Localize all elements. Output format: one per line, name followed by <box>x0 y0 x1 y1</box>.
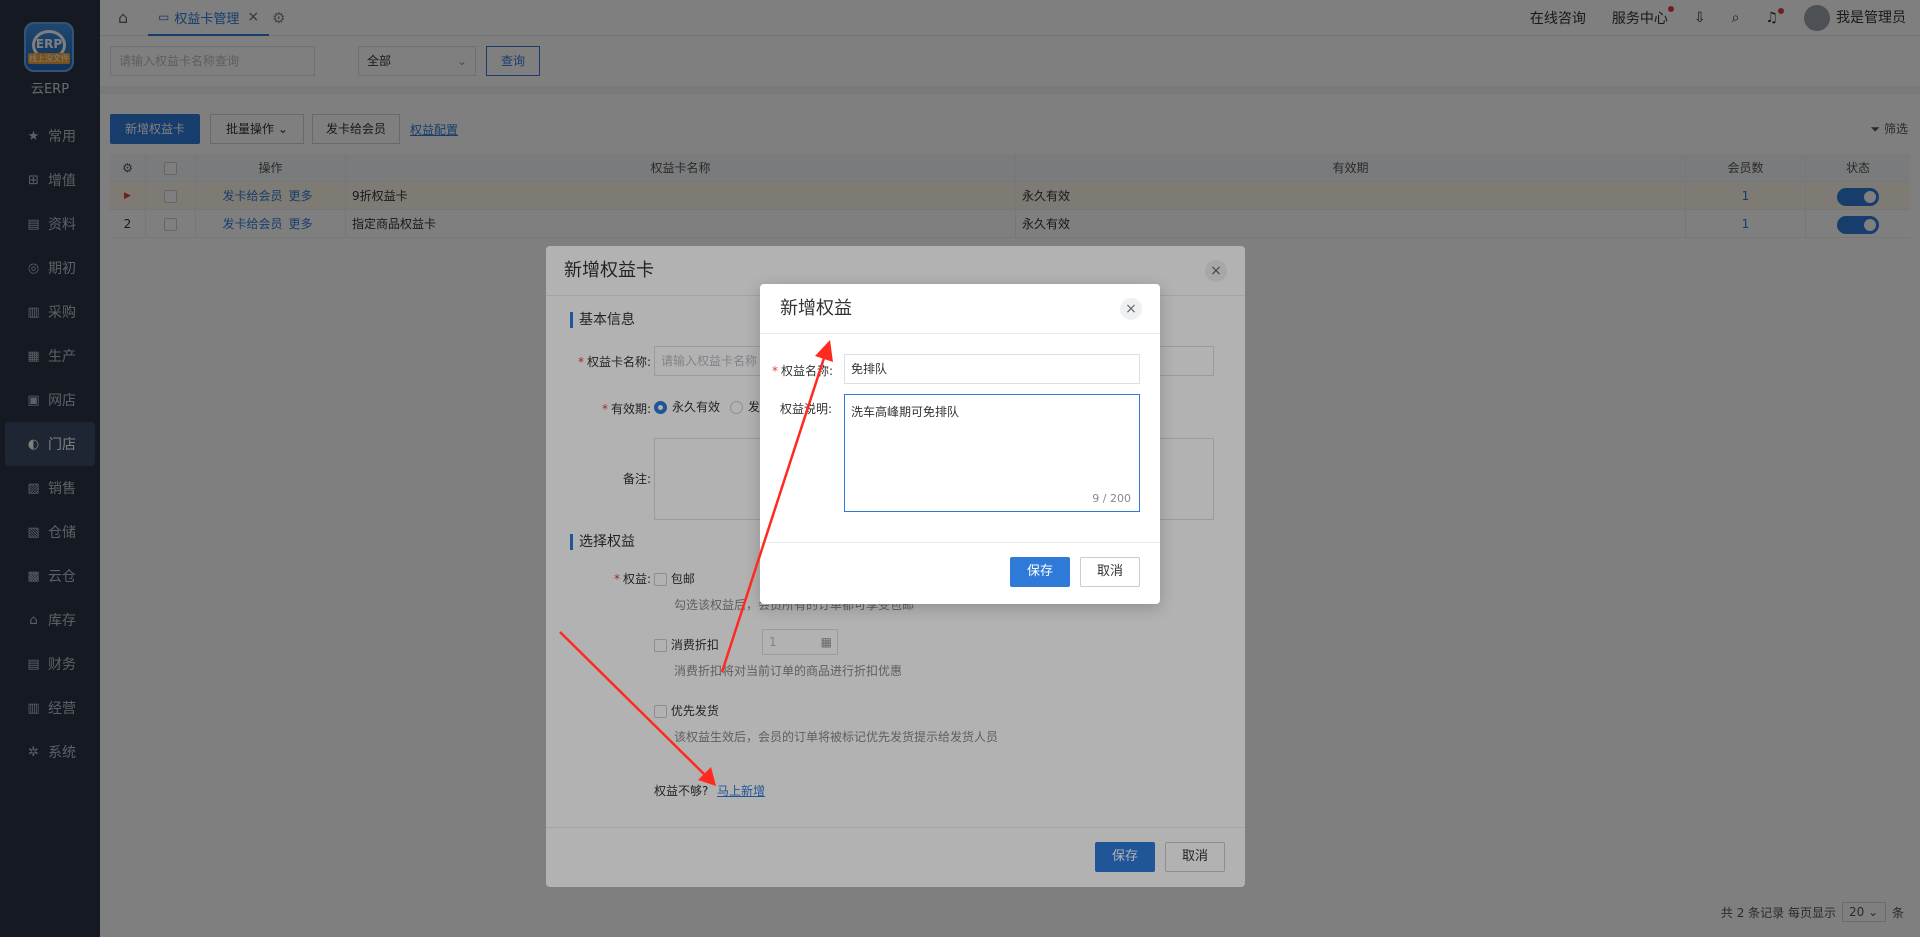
save-button[interactable]: 保存 <box>1010 557 1070 587</box>
dialog-footer: 保存 取消 <box>760 542 1160 604</box>
rights-desc-value: 洗车高峰期可免排队 <box>851 405 960 419</box>
rights-desc-label: 权益说明: <box>780 402 833 416</box>
cancel-button[interactable]: 取消 <box>1080 557 1140 587</box>
close-icon[interactable]: × <box>1120 298 1142 320</box>
rights-name-input[interactable]: 免排队 <box>844 354 1140 384</box>
char-counter: 9 / 200 <box>1092 492 1131 505</box>
rights-name-label: * 权益名称: <box>772 362 833 379</box>
rights-name-label-text: 权益名称: <box>781 364 834 378</box>
rights-desc-textarea[interactable]: 洗车高峰期可免排队 9 / 200 <box>844 394 1140 512</box>
required-mark: * <box>772 364 778 378</box>
add-rights-dialog: 新增权益 × * 权益名称: 免排队 权益说明: 洗车高峰期可免排队 9 / 20… <box>760 284 1160 604</box>
dialog-title: 新增权益 <box>760 284 1160 334</box>
